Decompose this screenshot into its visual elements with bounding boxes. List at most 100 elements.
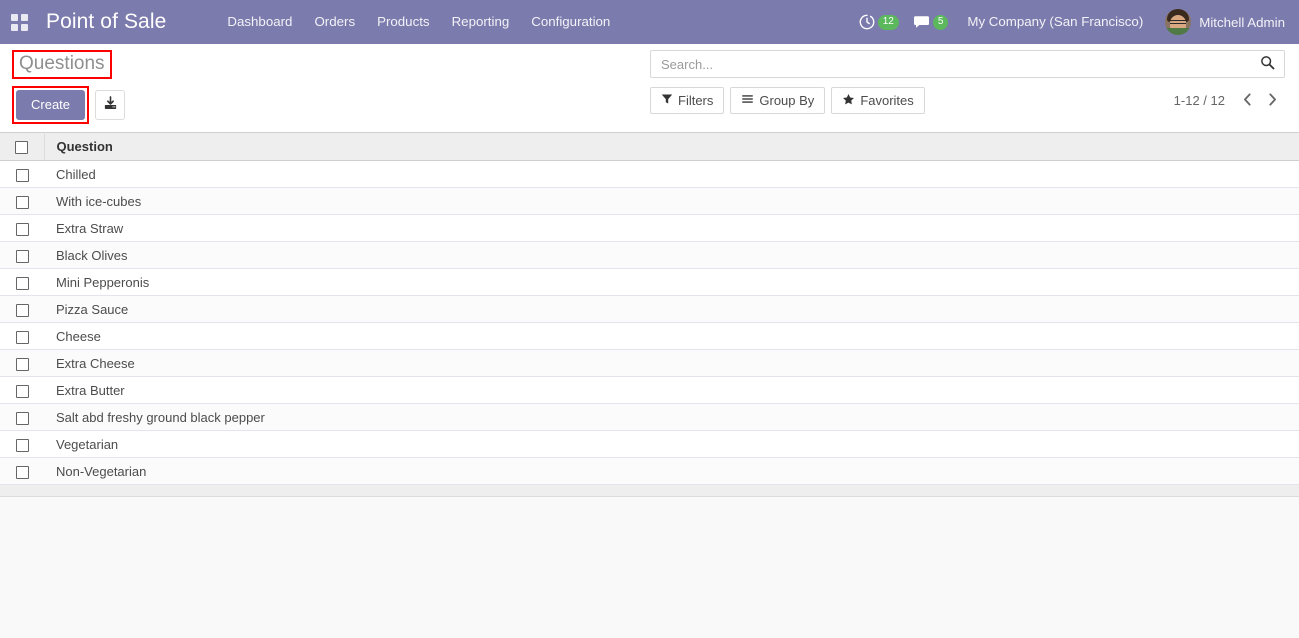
pager-previous-button[interactable]	[1235, 91, 1260, 111]
clock-activity-icon	[859, 14, 875, 30]
row-select-cell	[0, 430, 44, 458]
chat-bubble-icon	[913, 15, 930, 30]
filter-funnel-icon	[661, 93, 678, 108]
row-checkbox[interactable]	[15, 195, 29, 209]
table-row[interactable]: Mini Pepperonis	[0, 268, 1299, 296]
favorites-label: Favorites	[860, 93, 914, 108]
search-icon	[1260, 55, 1275, 73]
pager-value: 1-12 / 12	[1173, 93, 1225, 108]
search-view[interactable]	[650, 50, 1285, 78]
activity-menu[interactable]: 12	[852, 0, 906, 44]
table-row[interactable]: Salt abd freshy ground black pepper	[0, 403, 1299, 431]
control-panel-left: Questions Create	[12, 50, 126, 124]
create-button[interactable]: Create	[16, 90, 86, 120]
table-row[interactable]: Cheese	[0, 322, 1299, 350]
activity-count-badge: 12	[877, 14, 899, 30]
select-all-checkbox[interactable]	[15, 141, 29, 155]
create-button-highlight: Create	[12, 86, 90, 124]
systray: 12 5 My Company (San Francisco) Mitchell…	[852, 0, 1299, 44]
row-checkbox[interactable]	[15, 357, 29, 371]
menu-item-dashboard[interactable]: Dashboard	[216, 0, 303, 44]
row-checkbox[interactable]	[15, 465, 29, 479]
row-select-cell	[0, 214, 44, 242]
table-row[interactable]: Extra Cheese	[0, 349, 1299, 377]
top-navbar: Point of Sale Dashboard Orders Products …	[0, 0, 1299, 44]
grid-apps-icon	[10, 13, 28, 31]
row-checkbox[interactable]	[15, 411, 29, 425]
row-select-cell	[0, 268, 44, 296]
row-select-cell	[0, 403, 44, 431]
cell-question: Mini Pepperonis	[44, 268, 1299, 296]
row-select-cell	[0, 295, 44, 323]
menu-item-configuration[interactable]: Configuration	[520, 0, 621, 44]
main-menu: Dashboard Orders Products Reporting Conf…	[216, 0, 621, 44]
search-options-row: Filters Group By Favorites 1-12 / 12	[650, 87, 1285, 114]
table-row[interactable]: Extra Straw	[0, 214, 1299, 242]
pager: 1-12 / 12	[1174, 91, 1285, 111]
star-icon	[842, 93, 860, 109]
company-switcher[interactable]: My Company (San Francisco)	[955, 0, 1155, 44]
menu-item-products[interactable]: Products	[366, 0, 440, 44]
table-row[interactable]: With ice-cubes	[0, 187, 1299, 215]
row-checkbox[interactable]	[15, 438, 29, 452]
menu-item-orders[interactable]: Orders	[303, 0, 366, 44]
row-checkbox[interactable]	[15, 168, 29, 182]
action-buttons: Create	[12, 86, 126, 124]
download-import-icon	[103, 95, 118, 114]
row-select-cell	[0, 376, 44, 404]
list-footer	[0, 485, 1299, 497]
import-button[interactable]	[95, 89, 126, 120]
row-select-cell	[0, 160, 44, 188]
favorites-dropdown[interactable]: Favorites	[831, 87, 925, 114]
table-header-row: Question	[0, 132, 1299, 161]
column-header-question[interactable]: Question	[44, 132, 1299, 161]
cell-question: Extra Cheese	[44, 349, 1299, 377]
control-panel: Questions Create Search... Filters Group…	[0, 44, 1299, 132]
row-checkbox[interactable]	[15, 276, 29, 290]
user-menu[interactable]: Mitchell Admin	[1155, 0, 1291, 44]
questions-table: Question Chilled With ice-cubes Extra St…	[0, 132, 1299, 485]
group-by-dropdown[interactable]: Group By	[730, 87, 826, 114]
filters-label: Filters	[678, 93, 714, 108]
row-checkbox[interactable]	[15, 303, 29, 317]
page-title: Questions	[19, 53, 105, 74]
row-checkbox[interactable]	[15, 249, 29, 263]
row-select-cell	[0, 457, 44, 485]
row-checkbox[interactable]	[15, 384, 29, 398]
select-all-header	[0, 132, 45, 161]
cell-question: Pizza Sauce	[44, 295, 1299, 323]
cell-question: Black Olives	[44, 241, 1299, 269]
row-select-cell	[0, 322, 44, 350]
user-name-label: Mitchell Admin	[1199, 14, 1285, 30]
list-view: Question Chilled With ice-cubes Extra St…	[0, 132, 1299, 497]
filters-dropdown[interactable]: Filters	[650, 87, 725, 114]
menu-item-reporting[interactable]: Reporting	[441, 0, 521, 44]
table-row[interactable]: Non-Vegetarian	[0, 457, 1299, 485]
table-row[interactable]: Vegetarian	[0, 430, 1299, 458]
table-row[interactable]: Pizza Sauce	[0, 295, 1299, 323]
table-row[interactable]: Chilled	[0, 160, 1299, 188]
row-select-cell	[0, 241, 44, 269]
table-body: Chilled With ice-cubes Extra Straw Black…	[0, 160, 1299, 485]
pager-next-button[interactable]	[1260, 91, 1285, 111]
search-dropdowns: Filters Group By Favorites	[650, 87, 931, 114]
cell-question: Salt abd freshy ground black pepper	[44, 403, 1299, 431]
cell-question: Vegetarian	[44, 430, 1299, 458]
messaging-count-badge: 5	[932, 14, 949, 30]
user-avatar	[1165, 9, 1192, 35]
table-row[interactable]: Black Olives	[0, 241, 1299, 269]
table-row[interactable]: Extra Butter	[0, 376, 1299, 404]
cell-question: Non-Vegetarian	[44, 457, 1299, 485]
row-checkbox[interactable]	[15, 330, 29, 344]
cell-question: With ice-cubes	[44, 187, 1299, 215]
row-checkbox[interactable]	[15, 222, 29, 236]
chevron-left-icon	[1242, 92, 1253, 109]
messaging-menu[interactable]: 5	[906, 0, 956, 44]
cell-question: Extra Straw	[44, 214, 1299, 242]
search-button[interactable]	[1259, 55, 1276, 73]
search-input[interactable]	[661, 51, 1259, 77]
apps-menu-toggle[interactable]	[0, 0, 38, 44]
table-head: Question	[0, 132, 1299, 161]
app-brand-title[interactable]: Point of Sale	[38, 10, 172, 34]
group-by-label: Group By	[759, 93, 815, 108]
